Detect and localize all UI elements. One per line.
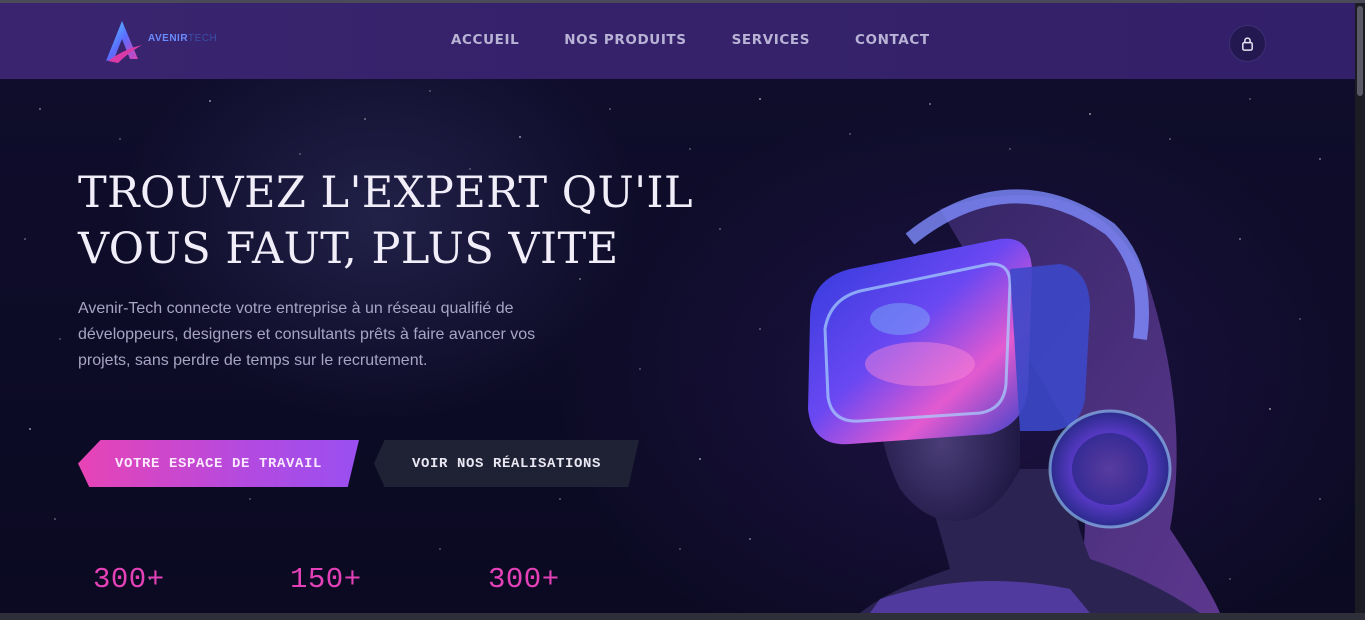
stat-value: 300+ [488,563,560,596]
logo-wordmark-part1: AVENIR [148,33,189,44]
hero-description: Avenir-Tech connecte votre entreprise à … [78,300,536,369]
stat-value: 150+ [290,563,362,596]
lock-icon [1242,37,1253,51]
stat-value: 300+ [93,563,165,596]
logo-wordmark: AVENIRTECH [148,33,217,44]
nav-link-contact[interactable]: CONTACT [855,32,930,48]
window-bottom-border [0,613,1365,620]
stat-item: 300+ [93,563,165,596]
nav-link-services[interactable]: SERVICES [732,32,810,48]
portfolio-button[interactable]: VOIR NOS RÉALISATIONS [374,440,639,487]
navbar: AVENIRTECH ACCUEIL NOS PRODUITS SERVICES… [0,3,1355,79]
logo-mark-icon [106,21,142,63]
hero-title: TROUVEZ L'EXPERT QU'IL VOUS FAUT, PLUS V… [78,165,698,277]
stat-item: 300+ [488,563,560,596]
logo[interactable]: AVENIRTECH [104,19,234,65]
nav-link-nos-produits[interactable]: NOS PRODUITS [564,32,686,48]
account-button[interactable] [1229,25,1266,62]
hero-section: TROUVEZ L'EXPERT QU'IL VOUS FAUT, PLUS V… [0,79,1355,613]
scrollbar-thumb[interactable] [1357,6,1363,96]
nav-link-accueil[interactable]: ACCUEIL [451,32,519,48]
stat-item: 150+ [290,563,362,596]
hero-title-line2: VOUS FAUT, PLUS VITE [78,224,619,274]
workspace-button[interactable]: VOTRE ESPACE DE TRAVAIL [78,440,359,487]
hero-title-line1: TROUVEZ L'EXPERT QU'IL [78,168,694,218]
main-nav: ACCUEIL NOS PRODUITS SERVICES CONTACT [451,32,930,48]
logo-wordmark-part2: TECH [188,33,218,44]
vr-headset-woman-illustration [808,189,1220,613]
